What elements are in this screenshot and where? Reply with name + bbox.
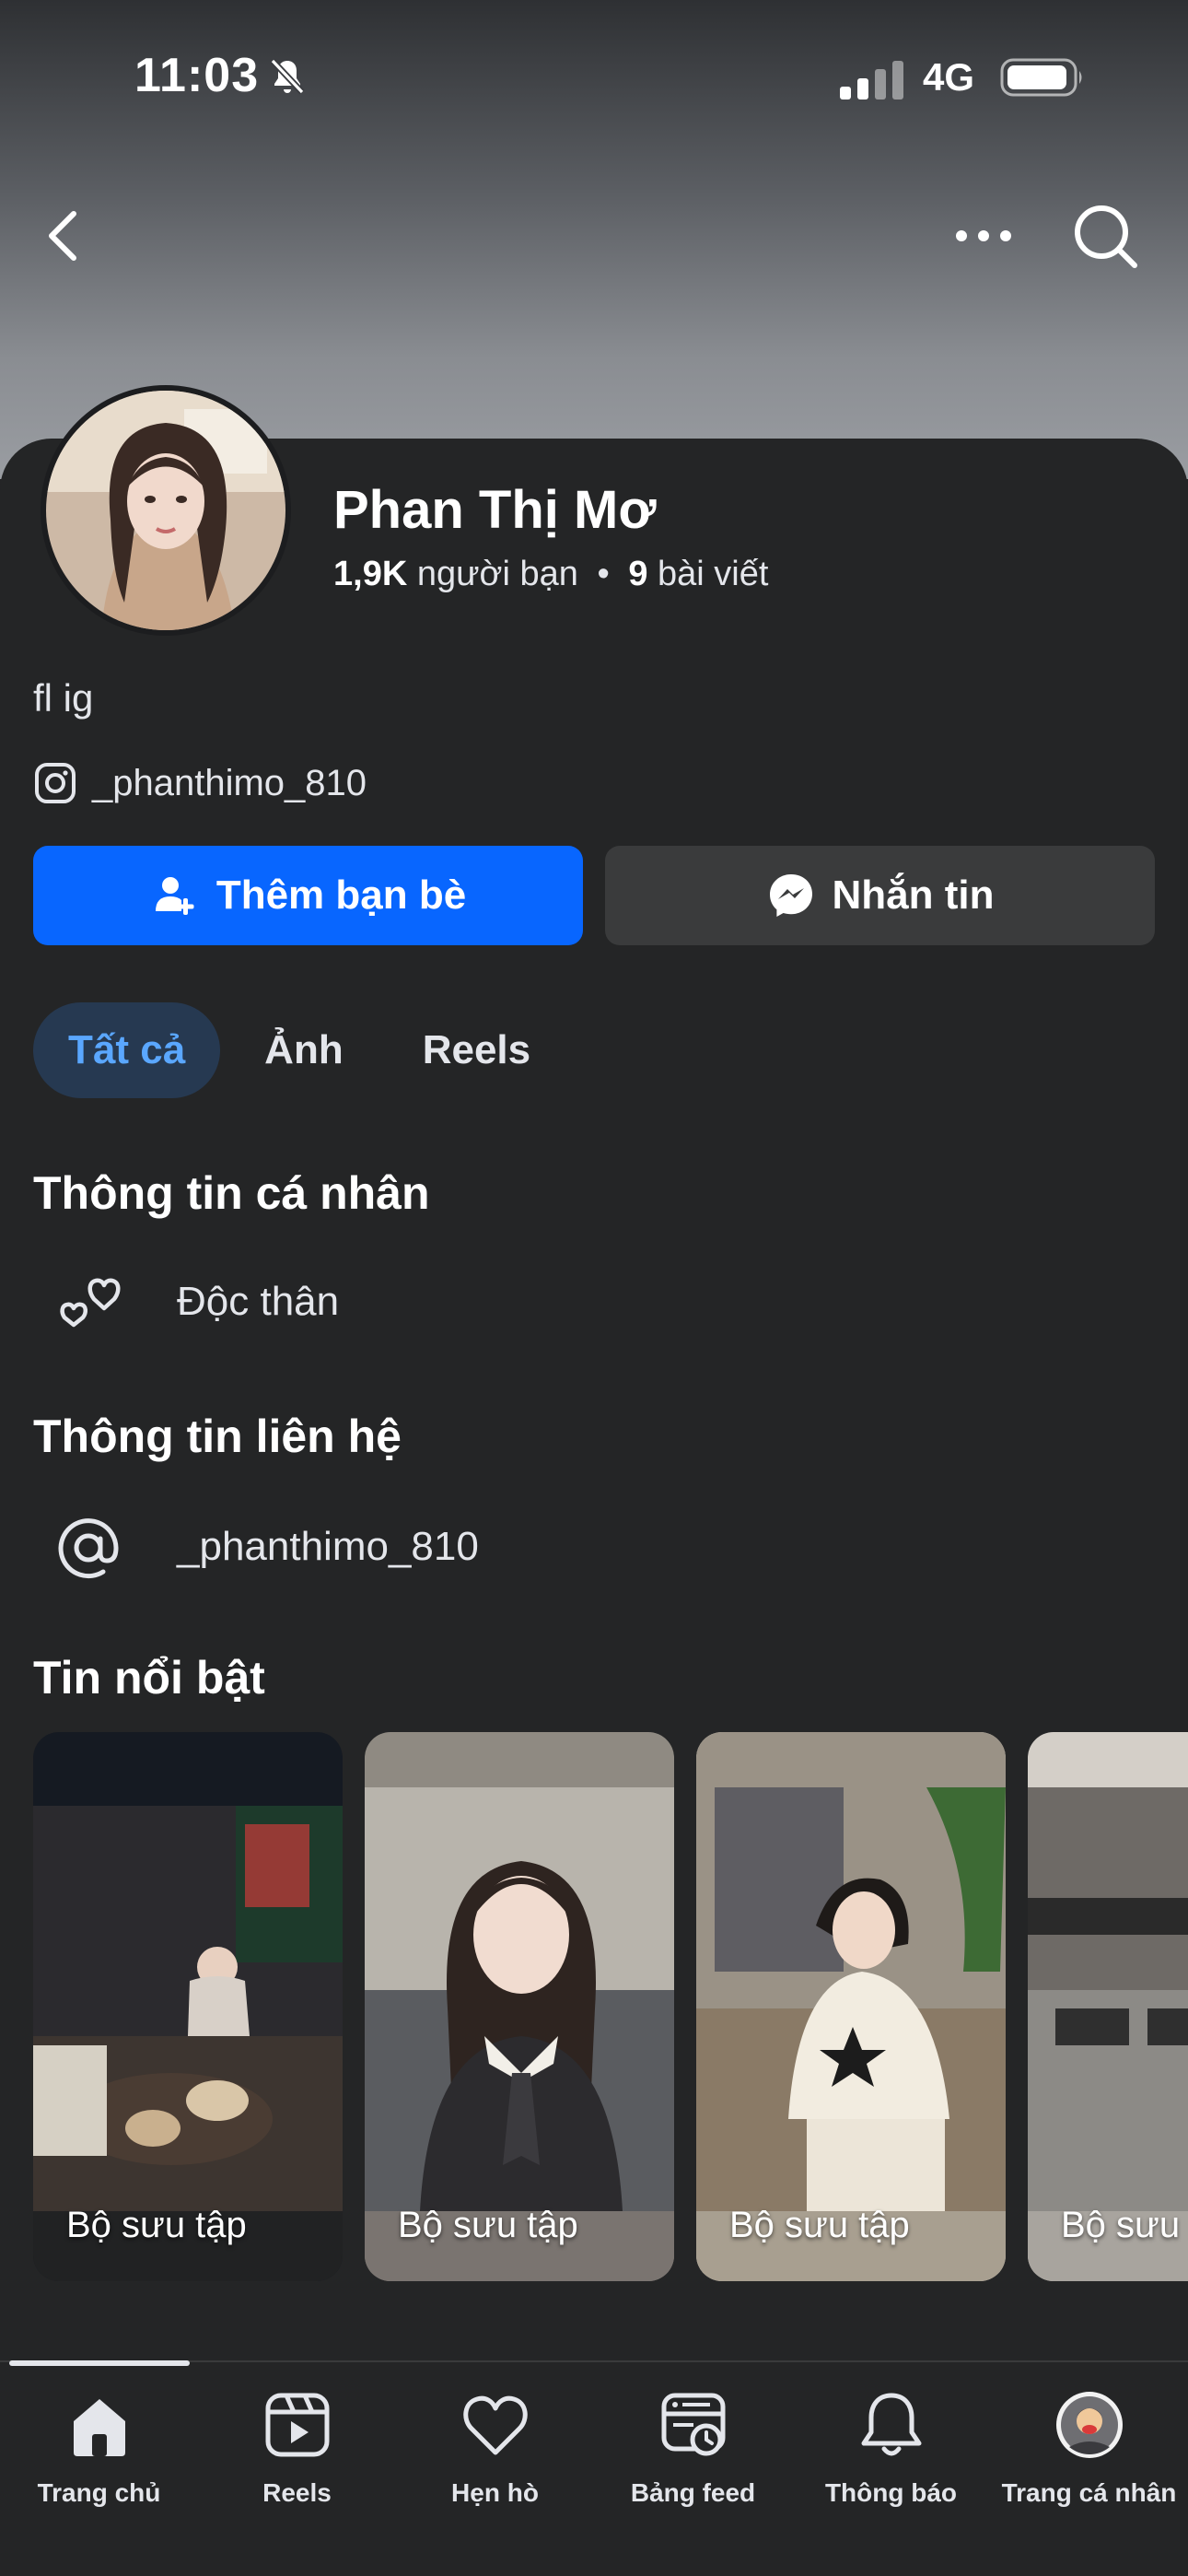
- profile-name: Phan Thị Mơ: [333, 480, 657, 540]
- status-bar: 11:03 4G: [0, 0, 1188, 166]
- highlight-thumbnail: [1028, 1732, 1188, 2281]
- network-type: 4G: [923, 55, 975, 99]
- nav-profile[interactable]: Trang cá nhân: [990, 2388, 1188, 2508]
- highlight-label: Bộ sưu: [1061, 2205, 1181, 2245]
- nav-feeds-label: Bảng feed: [630, 2478, 756, 2507]
- profile-avatar-icon: [1055, 2392, 1123, 2458]
- search-button[interactable]: [1068, 199, 1142, 273]
- friends-label[interactable]: người bạn: [417, 555, 578, 593]
- profile-avatar[interactable]: [41, 385, 291, 636]
- heart-icon: [462, 2395, 528, 2455]
- nav-home-label: Trang chủ: [37, 2478, 161, 2507]
- instagram-icon: [35, 763, 76, 803]
- highlight-thumbnail: [365, 1732, 674, 2281]
- reels-icon: [265, 2393, 329, 2457]
- nav-notifications[interactable]: Thông báo: [792, 2388, 990, 2508]
- highlight-card[interactable]: Bộ sưu tập: [365, 1732, 674, 2281]
- contact-handle[interactable]: _phanthimo_810: [177, 1524, 479, 1570]
- posts-count: 9: [628, 555, 648, 593]
- highlight-thumbnail: [696, 1732, 1006, 2281]
- highlight-thumbnail: [33, 1732, 343, 2281]
- nav-home[interactable]: Trang chủ: [0, 2388, 198, 2508]
- add-friend-button[interactable]: Thêm bạn bè: [33, 846, 583, 945]
- bottom-navigation: Trang chủ Reels Hẹn hò Bảng feed Thông b…: [0, 2360, 1188, 2576]
- status-time: 11:03: [134, 49, 260, 102]
- tab-all[interactable]: Tất cả: [33, 1002, 221, 1098]
- highlight-card[interactable]: Bộ sưu tập: [696, 1732, 1006, 2281]
- nav-reels-label: Reels: [262, 2478, 332, 2507]
- profile-bio: fl ig: [33, 676, 94, 720]
- battery-icon: [1000, 58, 1082, 97]
- highlights-title: Tin nổi bật: [33, 1652, 265, 1704]
- instagram-link[interactable]: _phanthimo_810: [33, 761, 367, 805]
- tab-photos[interactable]: Ảnh: [229, 1002, 379, 1098]
- profile-stats: 1,9K người bạn • 9 bài viết: [333, 555, 768, 594]
- message-button[interactable]: Nhắn tin: [605, 846, 1155, 945]
- contact-info-title: Thông tin liên hệ: [33, 1411, 402, 1462]
- bell-icon: [861, 2393, 921, 2456]
- contact-row: [52, 1511, 125, 1585]
- posts-label: bài viết: [658, 555, 769, 593]
- nav-reels[interactable]: Reels: [198, 2388, 396, 2508]
- friends-count[interactable]: 1,9K: [333, 555, 407, 593]
- highlights-row: Bộ sưu tập Bộ sưu tập Bộ sưu tập Bộ sưu: [33, 1732, 1188, 2285]
- active-tab-indicator: [9, 2360, 190, 2366]
- more-options-button[interactable]: [949, 208, 1019, 263]
- add-friend-icon: [155, 877, 194, 915]
- highlight-card[interactable]: Bộ sưu: [1028, 1732, 1188, 2281]
- mute-bell-icon: [270, 58, 305, 95]
- add-friend-label: Thêm bạn bè: [215, 872, 467, 918]
- relationship-status: Độc thân: [177, 1279, 340, 1324]
- nav-dating-label: Hẹn hò: [451, 2478, 539, 2507]
- nav-notifications-label: Thông báo: [824, 2478, 958, 2507]
- back-button[interactable]: [33, 199, 99, 273]
- message-label: Nhắn tin: [832, 872, 995, 918]
- signal-icon: [840, 61, 903, 100]
- highlight-card[interactable]: Bộ sưu tập: [33, 1732, 343, 2281]
- highlight-label: Bộ sưu tập: [729, 2205, 910, 2245]
- messenger-icon: [769, 874, 812, 917]
- at-sign-icon: [58, 1518, 119, 1579]
- highlight-label: Bộ sưu tập: [66, 2205, 247, 2245]
- stats-separator: •: [597, 555, 610, 593]
- tab-reels[interactable]: Reels: [388, 1002, 565, 1098]
- highlight-label: Bộ sưu tập: [398, 2205, 578, 2245]
- nav-feeds[interactable]: Bảng feed: [594, 2388, 792, 2508]
- hearts-icon: [60, 1278, 121, 1328]
- personal-info-title: Thông tin cá nhân: [33, 1167, 430, 1219]
- relationship-row: [52, 1266, 125, 1340]
- home-icon: [73, 2399, 125, 2456]
- instagram-handle: _phanthimo_810: [92, 762, 367, 803]
- profile-photo: [46, 391, 285, 630]
- nav-dating[interactable]: Hẹn hò: [396, 2388, 594, 2508]
- content-tabs: Tất cả Ảnh Reels: [33, 1002, 575, 1098]
- feed-icon: [661, 2393, 725, 2456]
- nav-profile-label: Trang cá nhân: [1001, 2478, 1177, 2507]
